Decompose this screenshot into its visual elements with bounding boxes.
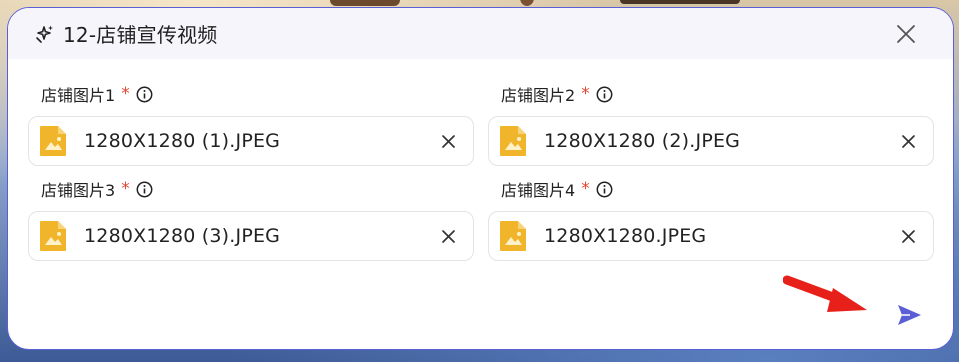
image-file-icon	[38, 124, 68, 158]
send-icon[interactable]	[895, 301, 923, 329]
image-file-icon	[498, 124, 528, 158]
file-name: 1280X1280 (2).JPEG	[544, 130, 741, 152]
field-store-image-1: 店铺图片1 * 1280X1280 (1).JPEG	[28, 82, 474, 166]
info-icon[interactable]	[596, 86, 613, 103]
remove-file-icon[interactable]	[440, 133, 457, 150]
close-icon[interactable]	[895, 23, 917, 45]
field-store-image-4: 店铺图片4 * 1280X1280.JPEG	[488, 177, 934, 261]
required-asterisk: *	[121, 84, 130, 104]
required-asterisk: *	[121, 179, 130, 199]
field-label-text: 店铺图片4	[501, 181, 576, 200]
image-file-icon	[38, 219, 68, 253]
background-decoration	[520, 0, 534, 6]
file-name: 1280X1280.JPEG	[544, 225, 707, 247]
info-icon[interactable]	[596, 181, 613, 198]
file-chip[interactable]: 1280X1280.JPEG	[488, 211, 934, 261]
field-label: 店铺图片1 *	[41, 82, 474, 106]
info-icon[interactable]	[136, 86, 153, 103]
field-label-text: 店铺图片2	[501, 86, 576, 105]
background-decoration	[330, 0, 400, 6]
file-name: 1280X1280 (3).JPEG	[84, 225, 281, 247]
file-chip[interactable]: 1280X1280 (3).JPEG	[28, 211, 474, 261]
field-label: 店铺图片2 *	[501, 82, 934, 106]
background-decoration	[620, 0, 740, 4]
required-asterisk: *	[581, 179, 590, 199]
image-file-icon	[498, 219, 528, 253]
remove-file-icon[interactable]	[440, 228, 457, 245]
red-arrow-annotation-icon	[782, 274, 873, 316]
field-store-image-3: 店铺图片3 * 1280X1280 (3).JPEG	[28, 177, 474, 261]
file-name: 1280X1280 (1).JPEG	[84, 130, 281, 152]
field-label-text: 店铺图片1	[41, 86, 116, 105]
field-label-text: 店铺图片3	[41, 181, 116, 200]
remove-file-icon[interactable]	[900, 133, 917, 150]
file-fields-grid: 店铺图片1 * 1280X1280 (1).JPEG 店铺图片2 * 1280X…	[28, 82, 936, 261]
field-label: 店铺图片3 *	[41, 177, 474, 201]
file-chip[interactable]: 1280X1280 (2).JPEG	[488, 116, 934, 166]
file-chip[interactable]: 1280X1280 (1).JPEG	[28, 116, 474, 166]
field-store-image-2: 店铺图片2 * 1280X1280 (2).JPEG	[488, 82, 934, 166]
sparkle-icon	[35, 24, 55, 44]
dialog-header: 12-店铺宣传视频	[8, 8, 953, 59]
info-icon[interactable]	[136, 181, 153, 198]
dialog-title: 12-店铺宣传视频	[63, 23, 218, 47]
field-label: 店铺图片4 *	[501, 177, 934, 201]
upload-dialog: 12-店铺宣传视频 店铺图片1 * 1280X1280 (1).JPEG 店铺图…	[7, 7, 954, 350]
required-asterisk: *	[581, 84, 590, 104]
remove-file-icon[interactable]	[900, 228, 917, 245]
